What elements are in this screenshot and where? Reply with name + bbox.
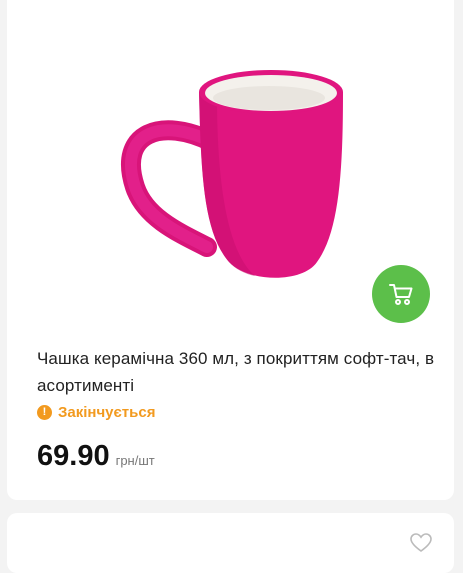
product-title[interactable]: Чашка керамічна 360 мл, з покриттям софт… bbox=[37, 345, 437, 399]
add-to-cart-button[interactable] bbox=[372, 265, 430, 323]
price-value: 69.90 bbox=[37, 440, 110, 472]
stock-status-label: Закінчується bbox=[58, 404, 156, 421]
stock-status: ! Закінчується bbox=[37, 404, 155, 421]
heart-icon[interactable] bbox=[410, 533, 432, 553]
cart-icon bbox=[389, 284, 413, 305]
mug-image[interactable] bbox=[117, 62, 352, 287]
next-product-card[interactable] bbox=[7, 513, 454, 573]
product-card[interactable]: Чашка керамічна 360 мл, з покриттям софт… bbox=[7, 0, 454, 500]
warning-icon: ! bbox=[37, 405, 52, 420]
price-unit: грн/шт bbox=[115, 453, 155, 468]
price-row: 69.90 грн/шт bbox=[37, 440, 155, 473]
